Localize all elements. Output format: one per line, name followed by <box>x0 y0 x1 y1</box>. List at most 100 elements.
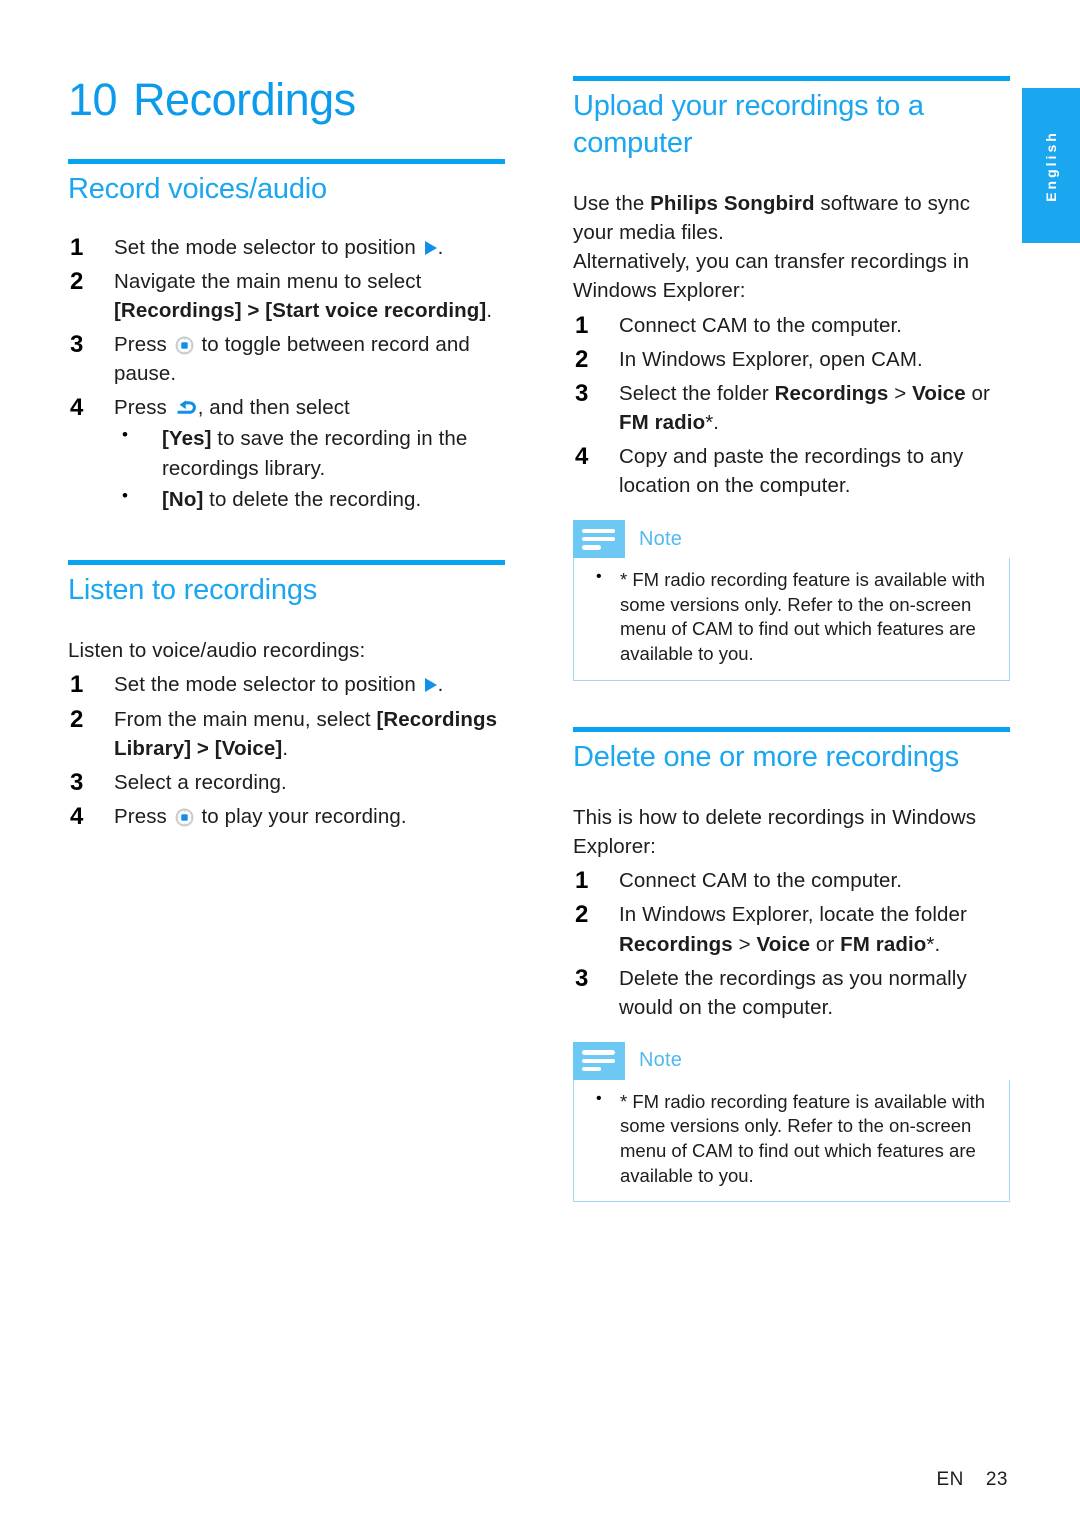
section-intro-paragraph: Use the Philips Songbird software to syn… <box>573 192 971 245</box>
note-box: Note * FM radio recording feature is ava… <box>573 1041 1013 1203</box>
section-heading: Record voices/audio <box>68 173 327 206</box>
step-list: 1 Connect CAM to the computer. 2 In Wind… <box>573 866 1013 1022</box>
step-number: 1 <box>575 867 589 895</box>
step-item: 3 Press to toggle between record and pau… <box>68 330 508 388</box>
note-header: Note <box>573 520 1013 559</box>
step-number: 3 <box>575 379 589 407</box>
language-tab-label: English <box>1043 129 1059 202</box>
note-icon <box>573 1041 625 1080</box>
sub-bullet-item: [No] to delete the recording. <box>114 484 508 514</box>
step-item: 3 Select the folder Recordings > Voice o… <box>573 379 1013 437</box>
step-item: 2 In Windows Explorer, locate the folder… <box>573 900 1013 958</box>
step-number: 4 <box>70 394 84 422</box>
step-text: Set the mode selector to position . <box>114 673 444 697</box>
step-text: Set the mode selector to position . <box>114 235 444 259</box>
section-intro: Listen to voice/audio recordings: <box>68 639 366 663</box>
step-item: 4 Copy and paste the recordings to any l… <box>573 442 1013 500</box>
step-text: Copy and paste the recordings to any loc… <box>619 444 964 498</box>
note-icon <box>573 520 625 559</box>
step-item: 1 Connect CAM to the computer. <box>573 311 1013 340</box>
step-text: Connect CAM to the computer. <box>619 869 903 893</box>
nav-wheel-icon <box>175 334 194 355</box>
language-side-tab: English <box>1022 88 1080 243</box>
manual-page: English 10 Recordings Record voices/audio… <box>0 0 1080 1527</box>
note-item: * FM radio recording feature is availabl… <box>588 1088 995 1188</box>
play-triangle-icon <box>424 240 437 255</box>
nav-wheel-icon <box>175 806 194 827</box>
step-number: 1 <box>70 233 84 261</box>
step-number: 2 <box>70 705 84 733</box>
section-listen-to-recordings: Listen to recordings Listen to voice/aud… <box>68 559 508 831</box>
step-text: Delete the recordings as you normally wo… <box>619 966 967 1019</box>
step-text: In Windows Explorer, locate the folder R… <box>619 903 967 956</box>
chapter-number: 10 <box>68 74 118 125</box>
step-number: 1 <box>575 311 589 339</box>
step-number: 3 <box>70 331 84 359</box>
step-number: 3 <box>70 768 84 796</box>
folder-fm-radio: FM radio <box>619 410 706 434</box>
section-divider <box>573 726 1010 732</box>
folder-fm-radio: FM radio <box>840 932 927 956</box>
section-heading: Delete one or more recordings <box>573 740 959 773</box>
step-item: 2 Navigate the main menu to select [Reco… <box>68 267 508 325</box>
note-header: Note <box>573 1041 1013 1080</box>
step-text: Connect CAM to the computer. <box>619 313 903 337</box>
section-heading: Upload your recordings to a computer <box>573 90 924 159</box>
menu-path: [Recordings] > [Start voice recording] <box>114 299 487 322</box>
step-list: 1 Connect CAM to the computer. 2 In Wind… <box>573 311 1013 501</box>
option-yes: [Yes] <box>162 427 212 451</box>
step-text: From the main menu, select [Recordings L… <box>114 707 498 760</box>
step-number: 4 <box>70 802 84 830</box>
section-divider <box>573 76 1010 81</box>
step-number: 2 <box>575 345 589 373</box>
folder-voice: Voice <box>756 932 811 956</box>
note-box: Note * FM radio recording feature is ava… <box>573 520 1013 681</box>
sub-bullet-item: [Yes] to save the recording in the recor… <box>114 423 508 482</box>
step-list: 1 Set the mode selector to position . 2 … <box>68 233 508 514</box>
chapter-title: 10 Recordings <box>68 76 508 123</box>
section-intro-paragraph: Alternatively, you can transfer recordin… <box>573 250 970 303</box>
note-label: Note <box>639 1049 683 1072</box>
step-item: 2 From the main menu, select [Recordings… <box>68 705 508 763</box>
section-intro-paragraph: This is how to delete recordings in Wind… <box>573 806 977 859</box>
option-no: [No] <box>162 487 204 511</box>
page-footer: EN 23 <box>936 1469 1008 1491</box>
step-text: Press to toggle between record and pause… <box>114 333 470 386</box>
step-number: 2 <box>575 901 589 929</box>
section-record-voices-audio: Record voices/audio 1 Set the mode selec… <box>68 159 508 514</box>
step-item: 4 Press to play your recording. <box>68 802 508 831</box>
note-item: * FM radio recording feature is availabl… <box>588 566 995 666</box>
folder-voice: Voice <box>912 381 966 405</box>
folder-recordings: Recordings <box>619 932 733 956</box>
step-text: In Windows Explorer, open CAM. <box>619 347 923 371</box>
step-number: 1 <box>70 671 84 699</box>
sub-bullet-list: [Yes] to save the recording in the recor… <box>114 423 508 514</box>
step-number: 4 <box>575 442 589 470</box>
section-delete-recordings: Delete one or more recordings This is ho… <box>573 726 1013 1203</box>
right-column: Upload your recordings to a computer Use… <box>573 76 1013 1203</box>
step-item: 3 Select a recording. <box>68 768 508 797</box>
folder-recordings: Recordings <box>774 381 889 405</box>
step-text: Select a recording. <box>114 770 287 794</box>
step-list: 1 Set the mode selector to position . 2 … <box>68 670 508 831</box>
product-name: Philips Songbird <box>650 192 815 216</box>
step-text: Select the folder Recordings > Voice or … <box>619 381 990 434</box>
step-item: 1 Set the mode selector to position . <box>68 670 508 699</box>
step-number: 2 <box>70 267 84 295</box>
section-upload-recordings: Upload your recordings to a computer Use… <box>573 76 1013 681</box>
step-item: 3 Delete the recordings as you normally … <box>573 964 1013 1022</box>
section-heading: Listen to recordings <box>68 573 318 606</box>
chapter-title-text: Recordings <box>133 74 356 125</box>
section-divider <box>68 559 505 565</box>
note-body: * FM radio recording feature is availabl… <box>573 1079 1010 1203</box>
left-column: 10 Recordings Record voices/audio 1 Set t… <box>68 76 508 831</box>
menu-path: [Recordings Library] > [Voice] <box>114 707 498 760</box>
step-number: 3 <box>575 964 589 992</box>
note-label: Note <box>639 527 683 550</box>
section-divider <box>68 159 505 165</box>
step-text: Navigate the main menu to select [Record… <box>114 269 493 322</box>
step-item: 4 Press , and then select [Yes] to save … <box>68 393 508 513</box>
play-triangle-icon <box>424 678 437 693</box>
step-text: Press to play your recording. <box>114 804 407 828</box>
note-body: * FM radio recording feature is availabl… <box>573 558 1010 681</box>
